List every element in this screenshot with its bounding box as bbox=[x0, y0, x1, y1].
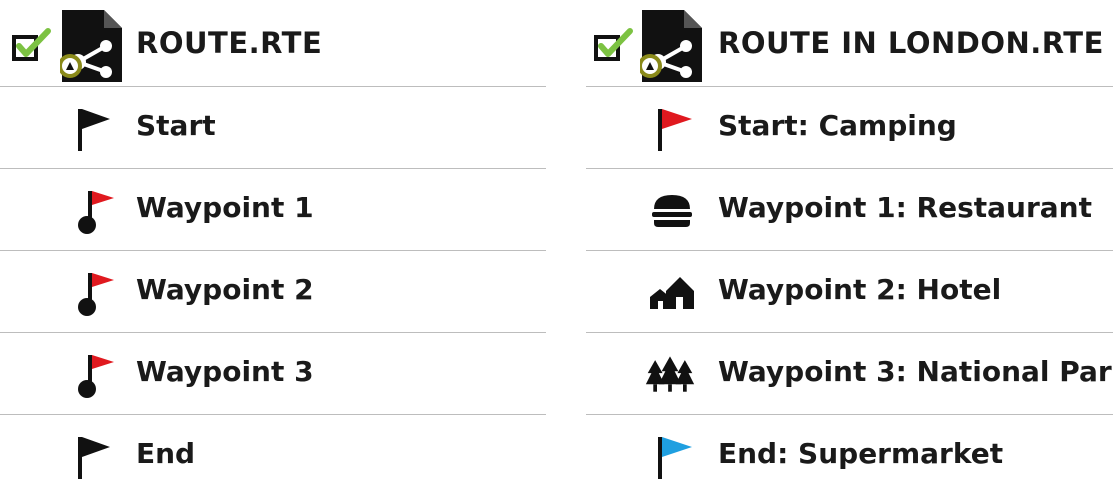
list-item-waypoint[interactable]: Waypoint 3: National Park bbox=[586, 333, 1113, 415]
list-item-label: End: Supermarket bbox=[718, 437, 1004, 470]
route-header[interactable]: ROUTE IN LONDON.RTE bbox=[586, 0, 1113, 87]
trees-icon bbox=[645, 356, 695, 392]
list-item-waypoint[interactable]: Waypoint 2: Hotel bbox=[586, 251, 1113, 333]
houses-icon bbox=[650, 277, 694, 309]
checkbox-checked-icon[interactable] bbox=[594, 28, 638, 62]
flag-black-icon bbox=[78, 109, 110, 151]
list-item-waypoint[interactable]: Waypoint 2 bbox=[0, 251, 546, 333]
waypoint-red-flag-icon bbox=[78, 273, 114, 316]
route-header[interactable]: ROUTE.RTE bbox=[0, 0, 546, 87]
list-item-label: Waypoint 2: Hotel bbox=[718, 273, 1002, 306]
flag-black-icon bbox=[78, 437, 110, 479]
route-file-icon bbox=[640, 10, 702, 82]
list-item-label: Waypoint 3 bbox=[136, 355, 314, 388]
list-item-label: Waypoint 1: Restaurant bbox=[718, 191, 1092, 224]
burger-icon bbox=[652, 195, 692, 227]
list-item-waypoint[interactable]: Waypoint 3 bbox=[0, 333, 546, 415]
list-item-start[interactable]: Start: Camping bbox=[586, 87, 1113, 169]
list-item-waypoint[interactable]: Waypoint 1 bbox=[0, 169, 546, 251]
waypoint-red-flag-icon bbox=[78, 191, 114, 234]
list-item-label: Waypoint 1 bbox=[136, 191, 314, 224]
list-item-end[interactable]: End: Supermarket bbox=[586, 415, 1113, 496]
waypoint-red-flag-icon bbox=[78, 355, 114, 398]
list-item-start[interactable]: Start bbox=[0, 87, 546, 169]
list-item-label: Start: Camping bbox=[718, 109, 957, 142]
list-item-label: End bbox=[136, 437, 196, 470]
list-item-waypoint[interactable]: Waypoint 1: Restaurant bbox=[586, 169, 1113, 251]
flag-red-icon bbox=[658, 109, 692, 151]
route-file-icon bbox=[60, 10, 122, 82]
list-item-end[interactable]: End bbox=[0, 415, 546, 496]
list-item-label: Waypoint 2 bbox=[136, 273, 314, 306]
route-title: ROUTE IN LONDON.RTE bbox=[718, 26, 1104, 60]
list-item-label: Start bbox=[136, 109, 216, 142]
flag-blue-icon bbox=[658, 437, 692, 479]
route-panel-left: ROUTE.RTE Start Waypoint 1 Waypoint 2 Wa… bbox=[0, 0, 546, 493]
route-panel-right: ROUTE IN LONDON.RTE Start: Camping Waypo… bbox=[586, 0, 1113, 493]
list-item-label: Waypoint 3: National Park bbox=[718, 355, 1113, 388]
route-title: ROUTE.RTE bbox=[136, 26, 323, 60]
checkbox-checked-icon[interactable] bbox=[12, 28, 56, 62]
